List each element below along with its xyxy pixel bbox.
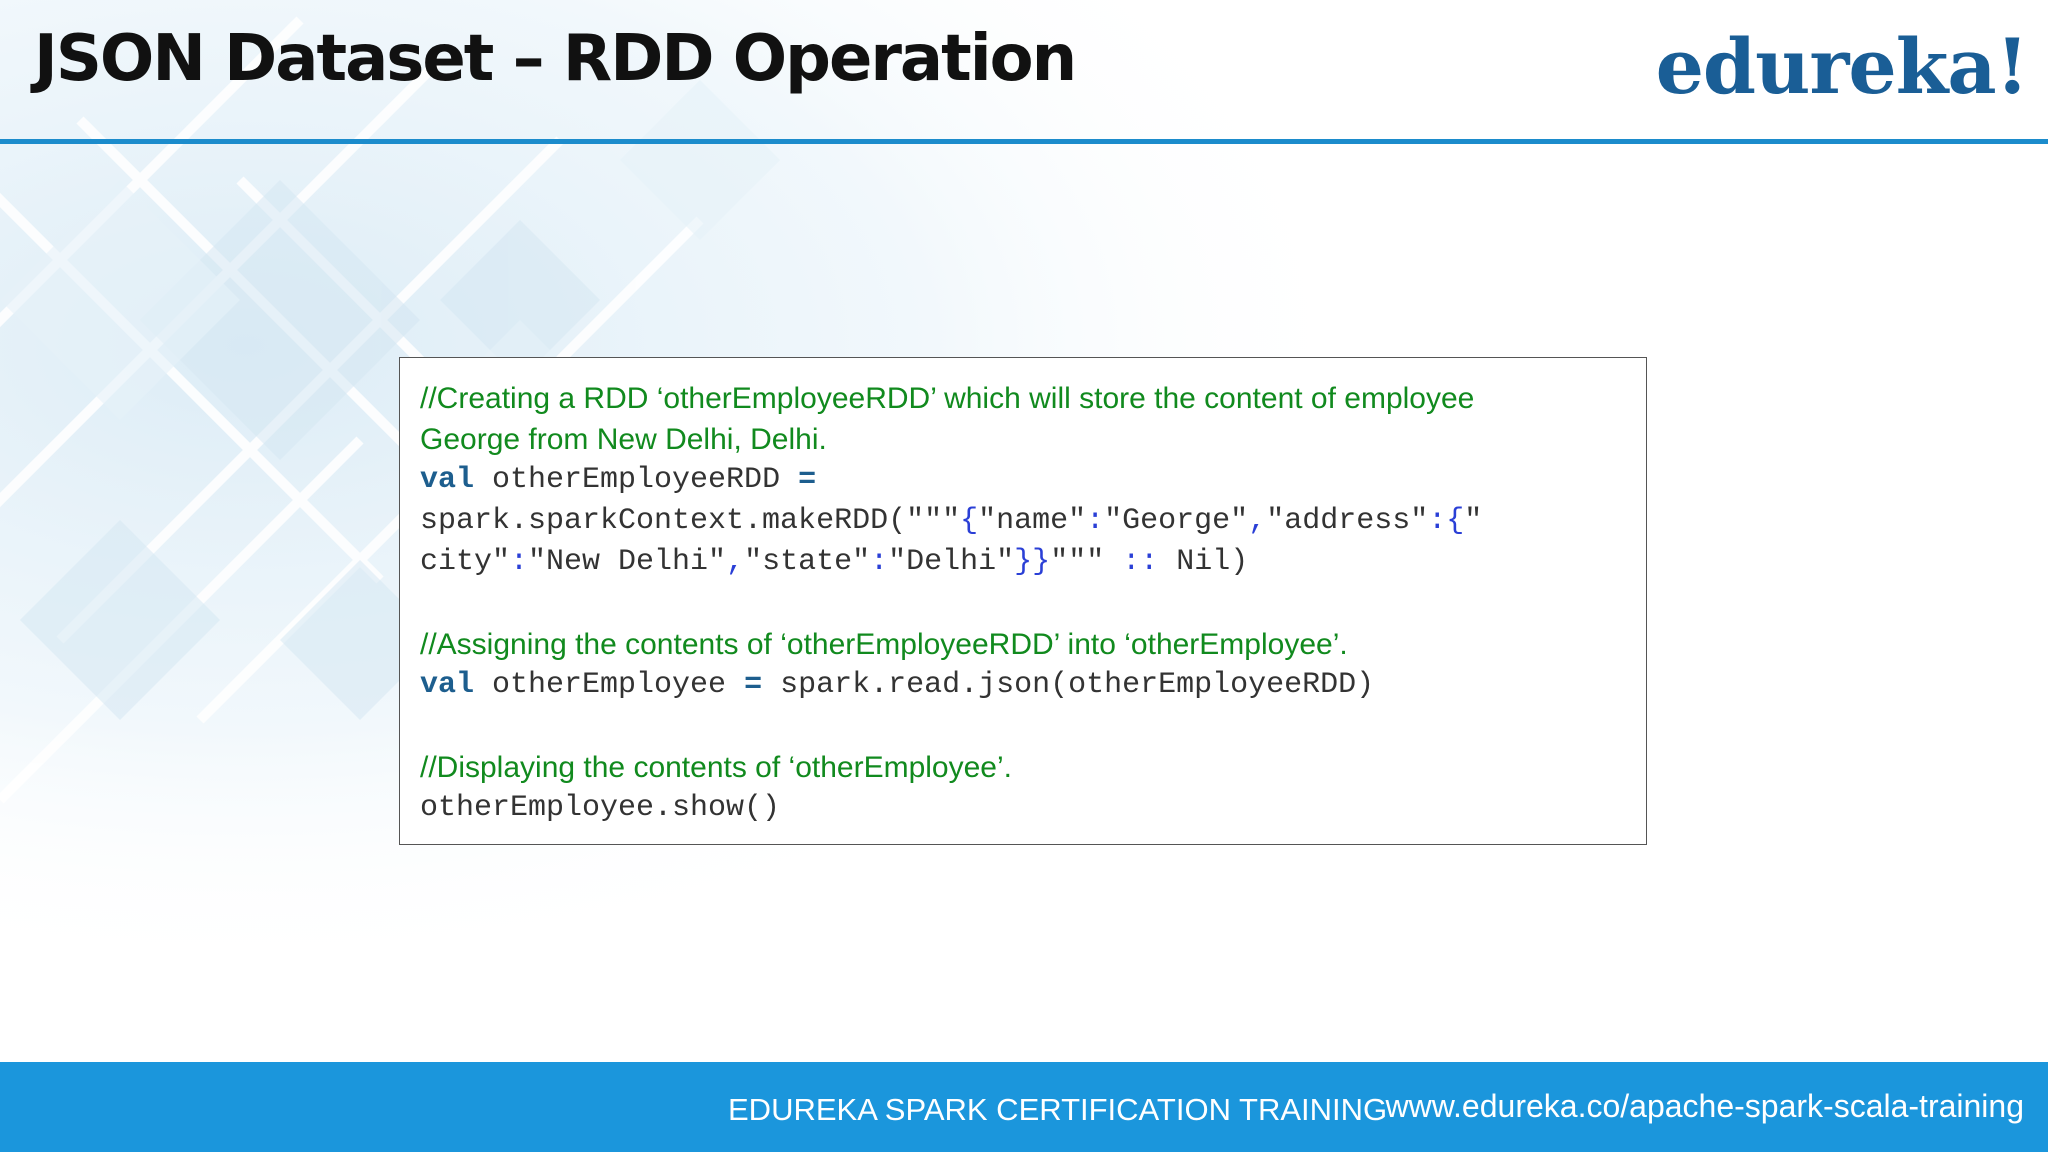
code-line: val otherEmployee = spark.read.json(othe…: [420, 665, 1626, 706]
code-comma: ,: [1248, 504, 1267, 538]
code-comment-line: //Creating a RDD ‘otherEmployeeRDD’ whic…: [420, 382, 1475, 415]
code-text: """: [1050, 545, 1123, 579]
code-comment-line: George from New Delhi, Delhi.: [420, 423, 827, 456]
code-text: spark.read.json(otherEmployeeRDD): [762, 668, 1375, 702]
code-colon: :: [510, 545, 529, 579]
code-snippet-box: //Creating a RDD ‘otherEmployeeRDD’ whic…: [399, 357, 1647, 845]
keyword-val: val: [420, 668, 475, 702]
code-text: spark.sparkContext.makeRDD(""": [420, 504, 961, 538]
code-comment-line: //Displaying the contents of ‘otherEmplo…: [420, 751, 1012, 784]
code-comma: ,: [726, 545, 745, 579]
code-text: "state": [744, 545, 871, 579]
code-line: spark.sparkContext.makeRDD("""{"name":"G…: [420, 501, 1626, 542]
code-text: "George": [1104, 504, 1249, 538]
code-text: city": [420, 545, 511, 579]
code-text: ": [1464, 504, 1483, 538]
keyword-val: val: [420, 463, 475, 497]
code-identifier: otherEmployee: [474, 668, 745, 702]
code-text: "New Delhi": [528, 545, 727, 579]
code-brace: }}: [1014, 545, 1051, 579]
code-text: Nil): [1158, 545, 1249, 579]
slide-title: JSON Dataset – RDD Operation: [34, 22, 1077, 96]
code-operator: ::: [1122, 545, 1159, 579]
code-line: val otherEmployeeRDD =: [420, 460, 1626, 501]
code-colon: :: [870, 545, 889, 579]
code-text: "Delhi": [888, 545, 1015, 579]
slide-header: JSON Dataset – RDD Operation edureka!: [0, 0, 2048, 142]
code-brace: {: [960, 504, 979, 538]
slide-footer: EDUREKA SPARK CERTIFICATION TRAINING www…: [0, 1062, 2048, 1152]
header-divider: [0, 139, 2048, 144]
code-operator: =: [744, 668, 763, 702]
code-colon: :: [1086, 504, 1105, 538]
code-identifier: otherEmployeeRDD: [474, 463, 799, 497]
footer-course-title: EDUREKA SPARK CERTIFICATION TRAINING: [728, 1092, 1388, 1127]
code-text: "name": [978, 504, 1087, 538]
code-colon: :: [1428, 504, 1447, 538]
code-comment-line: //Assigning the contents of ‘otherEmploy…: [420, 628, 1348, 661]
code-line: city":"New Delhi","state":"Delhi"}}""" :…: [420, 542, 1626, 583]
code-text: "address": [1266, 504, 1429, 538]
edureka-logo: edureka!: [1655, 22, 2029, 111]
footer-url-link[interactable]: www.edureka.co/apache-spark-scala-traini…: [1385, 1088, 2024, 1125]
code-brace: {: [1446, 504, 1465, 538]
code-operator: =: [798, 463, 817, 497]
code-line: otherEmployee.show(): [420, 791, 781, 825]
